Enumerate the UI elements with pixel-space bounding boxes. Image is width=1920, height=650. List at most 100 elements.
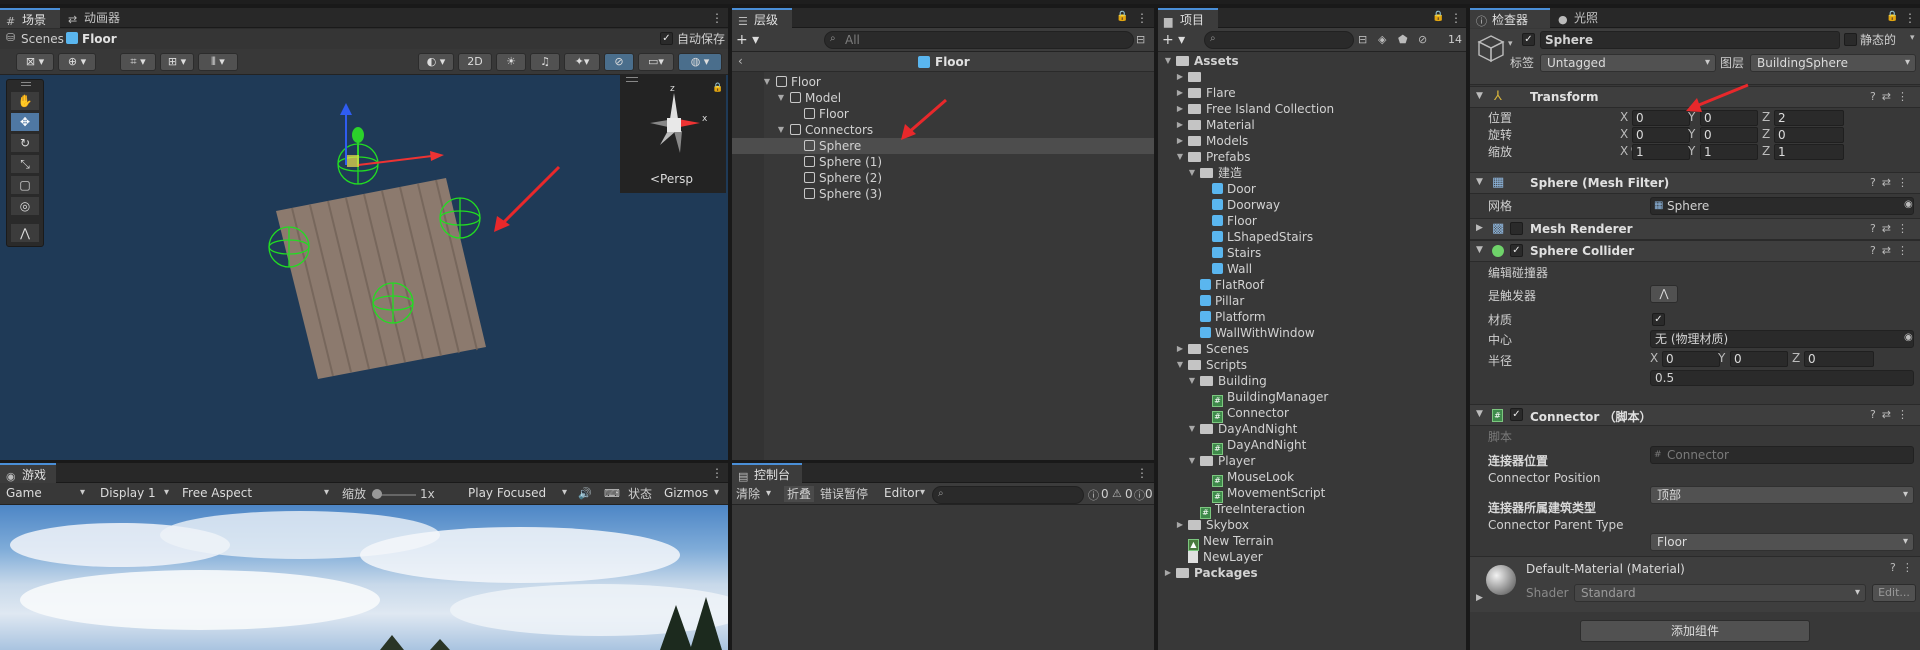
project-item[interactable]: ▶ <box>1158 69 1466 85</box>
move-tool-icon[interactable]: ✥ <box>11 113 39 131</box>
expand-arrow-icon[interactable]: ▼ <box>776 122 786 138</box>
gizmos-dropdown[interactable]: Gizmos <box>658 485 724 503</box>
project-search-input[interactable] <box>1204 31 1354 49</box>
static-checkbox[interactable] <box>1844 33 1857 46</box>
tab-console[interactable]: ▤ 控制台 <box>732 463 802 483</box>
collapse-icon[interactable]: ▼ <box>1476 177 1483 187</box>
position-y-field[interactable]: 0 <box>1700 110 1758 126</box>
effects-icon[interactable]: ✦▾ <box>564 53 600 71</box>
collapse-arrow-icon[interactable]: ▼ <box>1175 149 1185 165</box>
project-item[interactable]: # TreeInteraction <box>1158 501 1466 519</box>
display-dropdown[interactable]: Display 1 <box>94 485 174 503</box>
audio-icon[interactable]: ♫ <box>530 53 560 71</box>
center-x-axis-label[interactable]: X <box>1650 351 1658 365</box>
expand-icon[interactable]: ▶ <box>1476 593 1483 603</box>
persp-label[interactable]: <Persp <box>650 171 693 187</box>
align-button[interactable]: ⫴ ▾ <box>198 53 238 71</box>
project-item[interactable]: ▼ Player <box>1158 453 1466 469</box>
project-item[interactable]: ▼ Scripts <box>1158 357 1466 373</box>
project-item[interactable]: Door <box>1158 181 1466 197</box>
connector-script-header[interactable]: ▼ # ✓ Connector （脚本） ?⇄⋮ <box>1470 404 1920 426</box>
rotation-y-axis-label[interactable]: Y <box>1688 127 1695 141</box>
layer-dropdown[interactable]: BuildingSphere <box>1750 54 1916 72</box>
snap-increment-button[interactable]: ⊞ ▾ <box>160 53 194 71</box>
project-item[interactable]: ▶ Skybox <box>1158 517 1466 533</box>
active-checkbox[interactable]: ✓ <box>1522 33 1535 46</box>
object-name-field[interactable]: Sphere <box>1540 31 1840 49</box>
rotation-z-axis-label[interactable]: Z <box>1762 127 1770 141</box>
clear-button[interactable]: 清除 <box>736 486 760 502</box>
toggle-2d-button[interactable]: 2D <box>458 53 492 71</box>
edit-collider-button[interactable]: ⋀ <box>1650 285 1678 303</box>
clear-options-icon[interactable]: ▾ <box>766 486 771 502</box>
add-component-button[interactable]: 添加组件 <box>1580 620 1810 642</box>
expand-arrow-icon[interactable]: ▶ <box>1175 117 1185 133</box>
add-object-button[interactable]: + ▾ <box>736 32 759 48</box>
search-by-label-icon[interactable]: ◈ <box>1378 33 1386 46</box>
expand-arrow-icon[interactable]: ▶ <box>1163 565 1173 581</box>
scale-y-field[interactable]: 1 <box>1700 144 1758 160</box>
tab-project[interactable]: ▆ 项目 <box>1158 8 1218 28</box>
physic-material-field[interactable]: 无 (物理材质) <box>1650 330 1914 348</box>
project-item[interactable]: ▼ Assets <box>1158 53 1466 69</box>
project-item[interactable]: Floor <box>1158 213 1466 229</box>
shader-edit-button[interactable]: Edit... <box>1872 584 1916 602</box>
center-z-axis-label[interactable]: Z <box>1792 351 1800 365</box>
search-by-type-icon[interactable]: ⊟ <box>1358 33 1367 46</box>
radius-field[interactable]: 0.5 <box>1650 370 1914 386</box>
connector-parent-dropdown[interactable]: Floor <box>1650 533 1914 551</box>
console-menu-icon[interactable]: ⋮ <box>1136 465 1148 481</box>
project-item[interactable]: ▶ Scenes <box>1158 341 1466 357</box>
grid-snap-button[interactable]: ⌗ ▾ <box>120 53 156 71</box>
collapse-arrow-icon[interactable]: ▼ <box>1187 165 1197 181</box>
favorite-icon[interactable]: ⬟ <box>1398 33 1408 46</box>
transform-tool-icon[interactable]: ◎ <box>11 197 39 215</box>
play-mode-dropdown[interactable]: Play Focused <box>462 485 572 503</box>
center-y-field[interactable]: 0 <box>1730 351 1788 367</box>
mesh-field[interactable]: ▦ Sphere <box>1650 197 1914 215</box>
project-item[interactable]: Doorway <box>1158 197 1466 213</box>
search-filter-icon[interactable]: ⊟ <box>1136 33 1145 46</box>
breadcrumb-root[interactable]: Scenes <box>21 31 64 47</box>
position-z-axis-label[interactable]: Z <box>1762 110 1770 124</box>
collapse-arrow-icon[interactable]: ▼ <box>1187 421 1197 437</box>
expand-arrow-icon[interactable]: ▼ <box>762 74 772 90</box>
position-x-field[interactable]: 0 <box>1632 110 1690 126</box>
rotation-z-field[interactable]: 0 <box>1774 127 1844 143</box>
tab-game[interactable]: ◉ 游戏 <box>0 463 56 483</box>
collapse-arrow-icon[interactable]: ▼ <box>1187 453 1197 469</box>
project-item[interactable]: FlatRoof <box>1158 277 1466 293</box>
mute-icon[interactable]: 🔊 <box>578 486 592 502</box>
expand-arrow-icon[interactable]: ▶ <box>1175 341 1185 357</box>
project-item[interactable]: ▼ Prefabs <box>1158 149 1466 165</box>
game-viewport[interactable] <box>0 505 728 650</box>
position-z-field[interactable]: 2 <box>1774 110 1844 126</box>
position-x-axis-label[interactable]: X <box>1620 110 1628 124</box>
hierarchy-item[interactable]: Sphere (3) <box>732 186 1154 202</box>
tab-animator[interactable]: ⇄ 动画器 <box>62 8 134 28</box>
scene-menu-icon[interactable]: ⋮ <box>711 10 723 26</box>
object-picker-icon[interactable]: ◉ <box>1904 199 1913 210</box>
hierarchy-item[interactable]: ▼ Model <box>732 90 1154 106</box>
mesh-renderer-checkbox[interactable] <box>1510 222 1523 235</box>
component-actions[interactable]: ?⇄⋮ <box>1870 90 1914 103</box>
expand-icon[interactable]: ▶ <box>1476 223 1483 233</box>
center-z-field[interactable]: 0 <box>1804 351 1874 367</box>
mesh-renderer-header[interactable]: ▶ ▩ Mesh Renderer ?⇄⋮ <box>1470 218 1920 240</box>
component-actions[interactable]: ?⇄⋮ <box>1870 222 1914 235</box>
connector-position-dropdown[interactable]: 顶部 <box>1650 486 1914 504</box>
project-item[interactable]: NewLayer <box>1158 549 1466 565</box>
connector-checkbox[interactable]: ✓ <box>1510 408 1523 421</box>
tab-inspector[interactable]: ⓘ 检查器 <box>1470 8 1550 28</box>
collapse-arrow-icon[interactable]: ▼ <box>1175 357 1185 373</box>
hierarchy-item[interactable]: Sphere <box>732 138 1154 154</box>
project-item[interactable]: WallWithWindow <box>1158 325 1466 341</box>
position-y-axis-label[interactable]: Y <box>1688 110 1695 124</box>
scale-x-field[interactable]: 1 <box>1632 144 1690 160</box>
hierarchy-item[interactable]: ▼ Connectors <box>732 122 1154 138</box>
collapse-arrow-icon[interactable]: ▼ <box>1163 53 1173 69</box>
mesh-filter-header[interactable]: ▼ ▦ Sphere (Mesh Filter) ?⇄⋮ <box>1470 172 1920 194</box>
project-item[interactable]: ▼ DayAndNight <box>1158 421 1466 437</box>
hidden-packages-icon[interactable]: ⊘ <box>1418 33 1427 46</box>
hierarchy-menu-icon[interactable]: ⋮ <box>1136 10 1148 26</box>
